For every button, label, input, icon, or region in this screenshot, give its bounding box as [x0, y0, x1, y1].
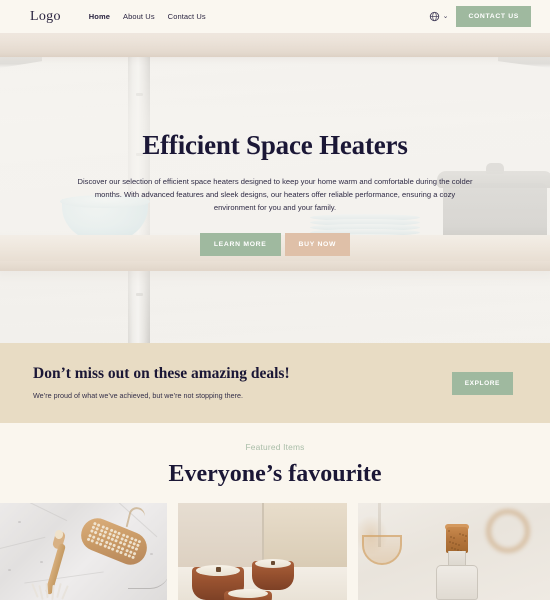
cotton-swab [56, 582, 62, 599]
brush-bristle [90, 538, 95, 543]
blurred-ring-ornament [486, 509, 530, 553]
logo[interactable]: Logo [30, 9, 61, 25]
main-navigation: Home About Us Contact Us [89, 12, 206, 21]
contact-us-button[interactable]: CONTACT US [456, 6, 531, 27]
cork-texture-speck [451, 547, 453, 549]
brush-bristle [106, 536, 111, 540]
brush-bristle [98, 542, 103, 547]
brush-bristle [120, 546, 125, 551]
cork-texture-speck [449, 541, 451, 543]
featured-card-grid [0, 503, 550, 600]
brush-bristle [100, 538, 105, 543]
deals-banner: Don’t miss out on these amazing deals! W… [0, 343, 550, 423]
brush-bristle [126, 544, 131, 549]
brush-bristle [92, 535, 97, 539]
cork-texture-speck [453, 537, 455, 539]
deals-title: Don’t miss out on these amazing deals! [33, 365, 290, 383]
chevron-down-icon: ⌄ [442, 13, 449, 20]
candle-wick [271, 561, 275, 565]
brush-bristle [102, 534, 106, 539]
cork-stopper [446, 527, 468, 553]
cork-texture-speck [464, 540, 466, 542]
marble-speck [8, 569, 11, 571]
featured-eyebrow: Featured Items [245, 442, 305, 452]
nav-item-contact-us[interactable]: Contact Us [168, 12, 206, 21]
deals-text-block: Don’t miss out on these amazing deals! W… [33, 366, 290, 400]
brush-bristle [131, 555, 136, 560]
marble-speck [150, 553, 153, 555]
brush-bristle [119, 550, 124, 555]
language-selector[interactable]: ⌄ [429, 11, 449, 22]
explore-button[interactable]: EXPLORE [451, 371, 513, 395]
brush-bristle [111, 547, 116, 552]
nav-item-home[interactable]: Home [89, 12, 110, 21]
cork-texture-speck [450, 536, 452, 538]
glass-bottle [436, 565, 478, 600]
hero-button-group: LEARN MORE BUY NOW [199, 233, 351, 257]
cotton-swab [38, 584, 44, 600]
header-actions: ⌄ CONTACT US [429, 6, 531, 27]
cork-texture-speck [462, 534, 464, 536]
brush-bristle [93, 531, 98, 536]
hero-content: Efficient Space Heaters Discover our sel… [0, 33, 550, 343]
cotton-swab [51, 584, 55, 600]
featured-card-candles[interactable] [178, 503, 347, 600]
cork-texture-speck [459, 533, 461, 535]
buy-now-button[interactable]: BUY NOW [284, 233, 351, 257]
hero-section: Efficient Space Heaters Discover our sel… [0, 33, 550, 343]
brush-bristle [112, 543, 117, 548]
cork-texture-speck [452, 542, 454, 544]
brush-bristle [133, 551, 138, 556]
brush-bristle [122, 542, 127, 547]
landing-page: Logo Home About Us Contact Us ⌄ CONTACT … [0, 0, 550, 600]
cork-texture-speck [455, 543, 457, 545]
brush-bristle [115, 535, 120, 540]
globe-icon [429, 11, 439, 22]
cork-texture-speck [465, 535, 467, 537]
featured-title: Everyone’s favourite [168, 461, 382, 487]
candle-wax [228, 589, 268, 598]
cotton-swabs [31, 582, 74, 600]
cotton-swab [45, 582, 49, 599]
featured-card-brushes[interactable] [0, 503, 167, 600]
featured-card-bottle[interactable] [358, 503, 550, 600]
cork-texture-speck [454, 548, 456, 550]
site-header: Logo Home About Us Contact Us ⌄ CONTACT … [0, 0, 550, 33]
marble-speck [40, 561, 43, 563]
hero-title: Efficient Space Heaters [142, 130, 408, 160]
brush-bristle [134, 547, 139, 552]
learn-more-button[interactable]: LEARN MORE [199, 233, 281, 257]
marble-speck [18, 521, 21, 523]
cork-texture-speck [448, 530, 450, 532]
deals-subtitle: We’re proud of what we’ve achieved, but … [33, 390, 244, 400]
nav-item-about-us[interactable]: About Us [123, 12, 155, 21]
cotton-swab [61, 585, 69, 600]
candle-wick [216, 567, 221, 572]
hero-subtitle: Discover our selection of efficient spac… [77, 177, 473, 213]
brush-bristle [114, 539, 119, 544]
cork-texture-speck [458, 544, 460, 546]
